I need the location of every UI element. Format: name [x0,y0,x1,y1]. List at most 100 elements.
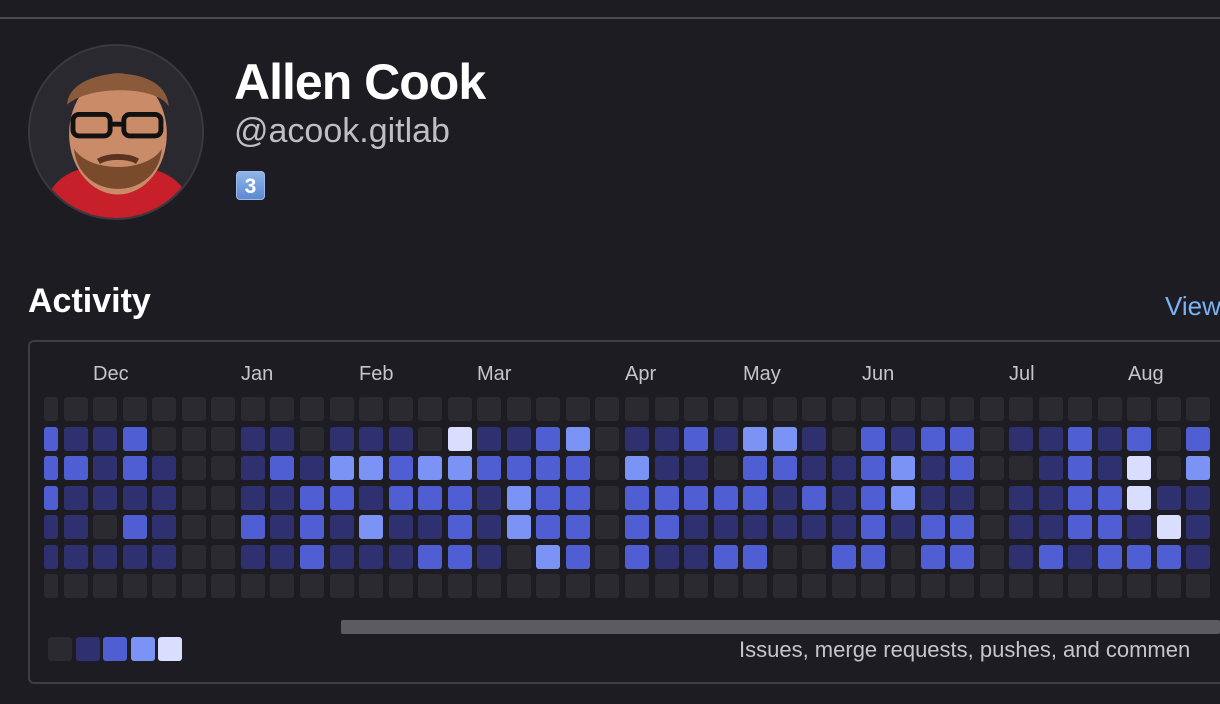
calendar-day-cell[interactable] [1009,427,1033,451]
calendar-day-cell[interactable] [861,456,885,480]
calendar-day-cell[interactable] [1098,515,1122,539]
calendar-day-cell[interactable] [684,427,708,451]
calendar-day-cell[interactable] [1098,456,1122,480]
calendar-day-cell[interactable] [93,397,117,421]
calendar-day-cell[interactable] [743,486,767,510]
calendar-day-cell[interactable] [1186,397,1210,421]
calendar-day-cell[interactable] [330,427,354,451]
calendar-day-cell[interactable] [330,515,354,539]
calendar-day-cell[interactable] [359,574,383,598]
calendar-day-cell[interactable] [625,574,649,598]
calendar-day-cell[interactable] [832,515,856,539]
calendar-day-cell[interactable] [1186,486,1210,510]
calendar-day-cell[interactable] [182,486,206,510]
calendar-day-cell[interactable] [359,456,383,480]
calendar-day-cell[interactable] [536,574,560,598]
calendar-day-cell[interactable] [921,456,945,480]
calendar-day-cell[interactable] [418,574,442,598]
calendar-day-cell[interactable] [1009,515,1033,539]
calendar-day-cell[interactable] [507,545,531,569]
calendar-day-cell[interactable] [861,427,885,451]
calendar-day-cell[interactable] [536,456,560,480]
calendar-day-cell[interactable] [123,456,147,480]
calendar-day-cell[interactable] [93,515,117,539]
calendar-day-cell[interactable] [300,574,324,598]
calendar-day-cell[interactable] [773,545,797,569]
calendar-day-cell[interactable] [655,486,679,510]
calendar-day-cell[interactable] [802,397,826,421]
calendar-day-cell[interactable] [359,486,383,510]
calendar-day-cell[interactable] [448,515,472,539]
calendar-day-cell[interactable] [211,574,235,598]
calendar-day-cell[interactable] [241,486,265,510]
calendar-day-cell[interactable] [270,456,294,480]
calendar-day-cell[interactable] [64,427,88,451]
calendar-day-cell[interactable] [714,515,738,539]
calendar-day-cell[interactable] [891,456,915,480]
calendar-day-cell[interactable] [300,515,324,539]
calendar-day-cell[interactable] [507,574,531,598]
calendar-day-cell[interactable] [152,545,176,569]
calendar-day-cell[interactable] [300,545,324,569]
calendar-day-cell[interactable] [891,427,915,451]
calendar-day-cell[interactable] [123,574,147,598]
calendar-day-cell[interactable] [980,545,1004,569]
calendar-day-cell[interactable] [1186,545,1210,569]
calendar-day-cell[interactable] [1039,486,1063,510]
calendar-day-cell[interactable] [921,486,945,510]
calendar-day-cell[interactable] [625,427,649,451]
calendar-day-cell[interactable] [891,545,915,569]
calendar-day-cell[interactable] [950,427,974,451]
calendar-day-cell[interactable] [1068,515,1092,539]
calendar-day-cell[interactable] [536,545,560,569]
calendar-day-cell[interactable] [1068,545,1092,569]
calendar-day-cell[interactable] [300,427,324,451]
calendar-day-cell[interactable] [64,397,88,421]
calendar-day-cell[interactable] [1098,545,1122,569]
calendar-day-cell[interactable] [182,456,206,480]
calendar-day-cell[interactable] [330,486,354,510]
calendar-day-cell[interactable] [980,427,1004,451]
calendar-day-cell[interactable] [330,545,354,569]
calendar-day-cell[interactable] [211,427,235,451]
calendar-day-cell[interactable] [1009,545,1033,569]
calendar-day-cell[interactable] [44,486,58,510]
calendar-day-cell[interactable] [211,456,235,480]
calendar-day-cell[interactable] [684,486,708,510]
calendar-day-cell[interactable] [802,545,826,569]
calendar-day-cell[interactable] [152,456,176,480]
calendar-day-cell[interactable] [773,515,797,539]
calendar-day-cell[interactable] [448,397,472,421]
calendar-day-cell[interactable] [64,574,88,598]
calendar-day-cell[interactable] [44,545,58,569]
calendar-day-cell[interactable] [1186,515,1210,539]
calendar-day-cell[interactable] [536,427,560,451]
calendar-day-cell[interactable] [1098,427,1122,451]
calendar-day-cell[interactable] [684,397,708,421]
calendar-day-cell[interactable] [241,456,265,480]
calendar-day-cell[interactable] [241,397,265,421]
view-all-activity-link[interactable]: View [1165,291,1220,322]
calendar-day-cell[interactable] [182,515,206,539]
calendar-day-cell[interactable] [93,574,117,598]
calendar-day-cell[interactable] [1157,545,1181,569]
calendar-day-cell[interactable] [743,574,767,598]
calendar-day-cell[interactable] [566,456,590,480]
calendar-day-cell[interactable] [1186,427,1210,451]
calendar-day-cell[interactable] [595,427,619,451]
calendar-day-cell[interactable] [241,545,265,569]
calendar-day-cell[interactable] [1068,456,1092,480]
calendar-day-cell[interactable] [182,427,206,451]
calendar-day-cell[interactable] [389,515,413,539]
calendar-day-cell[interactable] [921,427,945,451]
calendar-day-cell[interactable] [359,515,383,539]
calendar-day-cell[interactable] [832,545,856,569]
calendar-day-cell[interactable] [743,427,767,451]
calendar-day-cell[interactable] [1068,397,1092,421]
calendar-day-cell[interactable] [44,515,58,539]
calendar-day-cell[interactable] [1127,545,1151,569]
calendar-day-cell[interactable] [1127,456,1151,480]
calendar-day-cell[interactable] [566,545,590,569]
calendar-day-cell[interactable] [389,397,413,421]
calendar-day-cell[interactable] [595,456,619,480]
